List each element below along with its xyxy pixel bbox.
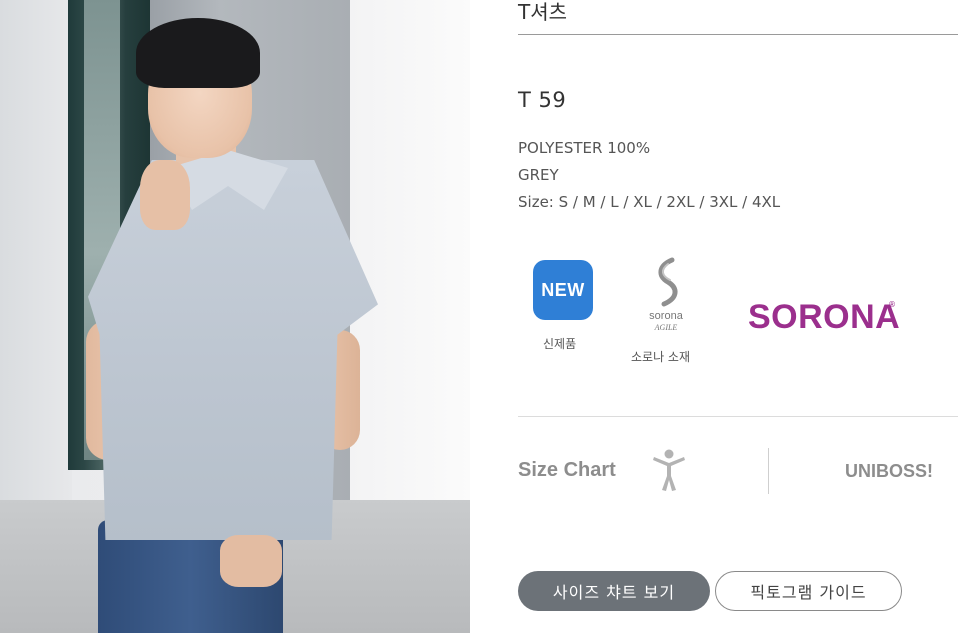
new-badge-label: 신제품	[543, 337, 577, 351]
product-color: GREY	[518, 166, 559, 184]
new-badge-icon: NEW	[533, 260, 593, 320]
model-hair	[136, 18, 260, 88]
title-divider	[518, 34, 958, 35]
registered-mark: ®	[888, 300, 896, 309]
sorona-badge-label: 소로나 소재	[631, 350, 691, 364]
product-sizes: Size: S / M / L / XL / 2XL / 3XL / 4XL	[518, 193, 781, 211]
product-photo	[0, 0, 470, 633]
model-polo-shirt	[88, 160, 378, 540]
model-hand	[140, 160, 190, 230]
category-title: T셔츠	[518, 0, 568, 24]
product-code: T 59	[518, 88, 567, 112]
sorona-agile-icon: sorona AGILE	[649, 257, 684, 332]
size-chart-button[interactable]: 사이즈 챠트 보기	[518, 571, 710, 611]
product-material: POLYESTER 100%	[518, 139, 651, 157]
section-divider	[518, 416, 958, 417]
svg-text:AGILE: AGILE	[654, 323, 678, 332]
feature-badges: NEW 신제품 sorona AGILE 소로나 소재 SORONA ®	[518, 256, 938, 371]
brand-logo: UNIBOSS!	[845, 461, 934, 481]
body-figure-icon	[653, 449, 685, 491]
size-chart-heading: Size Chart	[518, 459, 616, 481]
vertical-divider	[768, 448, 769, 494]
svg-text:sorona: sorona	[649, 310, 684, 322]
model	[0, 0, 470, 633]
sorona-logo: SORONA	[748, 298, 901, 336]
pictogram-guide-button[interactable]: 픽토그램 가이드	[715, 571, 902, 611]
model-hand-pocket	[220, 535, 282, 587]
